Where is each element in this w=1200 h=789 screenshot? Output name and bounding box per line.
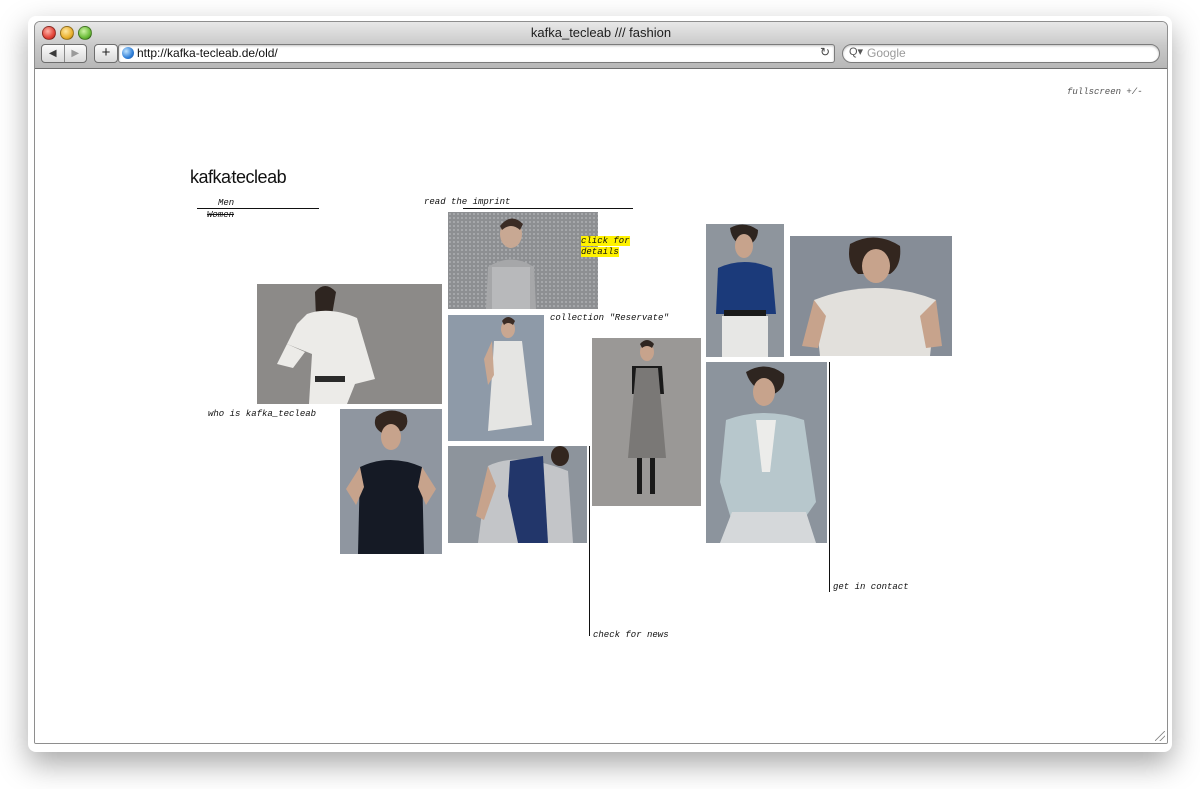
news-link[interactable]: check for news: [593, 630, 669, 640]
page-content: fullscreen +/- kafka∕∕∕tecleab Men Women…: [35, 69, 1167, 743]
photo-details[interactable]: [448, 212, 598, 309]
collection-link[interactable]: collection "Reservate": [550, 313, 669, 323]
search-icon[interactable]: Q▾: [849, 45, 863, 58]
logo-kafka: kafka: [190, 167, 231, 187]
news-line: [589, 446, 590, 636]
url-bar[interactable]: http://kafka-tecleab.de/old/ ↻: [118, 44, 835, 63]
about-link[interactable]: who is kafka_tecleab: [208, 409, 316, 419]
photo-light-jacket[interactable]: [706, 362, 827, 543]
nav-men-link[interactable]: Men: [218, 198, 234, 208]
resize-grip-icon[interactable]: [1155, 731, 1165, 741]
fullscreen-toggle[interactable]: fullscreen +/-: [1067, 87, 1143, 97]
titlebar: kafka_tecleab /// fashion ◀ ▶ + http://k…: [35, 22, 1167, 69]
photo-white-dress[interactable]: [448, 315, 544, 441]
photo-blue-back[interactable]: [448, 446, 587, 543]
url-text[interactable]: http://kafka-tecleab.de/old/: [137, 46, 278, 60]
nav-underline: [197, 208, 319, 209]
browser-window: kafka_tecleab /// fashion ◀ ▶ + http://k…: [34, 21, 1168, 744]
contact-link[interactable]: get in contact: [833, 582, 909, 592]
back-button[interactable]: ◀: [42, 45, 64, 62]
click-for-details-1[interactable]: click for: [581, 236, 630, 246]
nav-women-link[interactable]: Women: [207, 210, 234, 220]
nav-buttons: ◀ ▶: [41, 44, 87, 63]
add-bookmark-button[interactable]: +: [94, 44, 118, 63]
globe-icon: [122, 47, 134, 59]
imprint-link[interactable]: read the imprint: [424, 197, 510, 207]
search-field[interactable]: Q▾ Google: [842, 44, 1160, 63]
forward-button[interactable]: ▶: [63, 45, 87, 62]
reload-button[interactable]: ↻: [820, 45, 830, 59]
photo-blue-vest[interactable]: [706, 224, 784, 357]
window-title: kafka_tecleab /// fashion: [530, 25, 672, 40]
contact-line: [829, 362, 830, 592]
logo-tecleab: tecleab: [231, 167, 287, 187]
click-for-details-2[interactable]: details: [581, 247, 619, 257]
site-logo[interactable]: kafka∕∕∕tecleab: [190, 167, 287, 188]
search-placeholder[interactable]: Google: [867, 46, 906, 60]
photo-white-shirt[interactable]: [257, 284, 442, 404]
photo-grey-dress[interactable]: [592, 338, 701, 506]
imprint-underline: [463, 208, 633, 209]
photo-draped-top[interactable]: [790, 236, 952, 356]
photo-dark-top[interactable]: [340, 409, 442, 554]
